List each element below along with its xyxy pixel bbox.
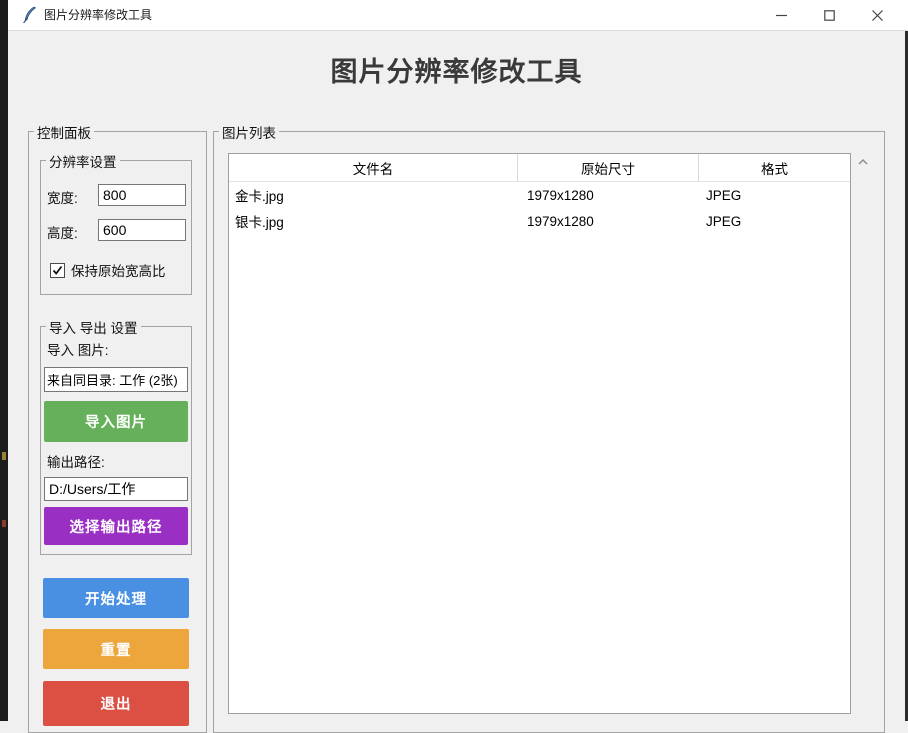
import-images-label: 导入 图片:: [47, 339, 109, 359]
cell-filename: 银卡.jpg: [229, 208, 518, 234]
reset-button[interactable]: 重置: [43, 629, 189, 669]
keep-aspect-ratio-checkbox[interactable]: [50, 263, 65, 278]
column-header-filename[interactable]: 文件名: [229, 154, 518, 181]
keep-aspect-ratio-row: 保持原始宽高比: [50, 260, 166, 280]
resolution-settings-frame: 分辨率设置 宽度: 高度: 保持原始宽高比: [40, 160, 192, 295]
exit-button[interactable]: 退出: [43, 681, 189, 726]
image-table-header: 文件名 原始尺寸 格式: [229, 154, 850, 182]
resolution-settings-label: 分辨率设置: [46, 151, 120, 171]
column-header-original-size[interactable]: 原始尺寸: [518, 154, 699, 181]
chevron-up-icon: [858, 159, 868, 165]
close-button[interactable]: [854, 0, 900, 30]
import-export-settings-label: 导入 导出 设置: [46, 317, 141, 337]
column-header-format[interactable]: 格式: [699, 154, 850, 181]
import-export-settings-frame: 导入 导出 设置 导入 图片: 导入图片 输出路径: 选择输出路径: [40, 326, 192, 555]
control-panel-frame: 控制面板 分辨率设置 宽度: 高度: 保持原始宽高比 导入 导出 设置 导入 图…: [28, 131, 207, 733]
choose-output-path-button[interactable]: 选择输出路径: [44, 507, 188, 545]
titlebar: 图片分辨率修改工具: [8, 0, 908, 31]
width-label: 宽度:: [47, 187, 78, 207]
python-feather-icon: [22, 6, 37, 24]
scroll-up-button[interactable]: [854, 153, 871, 170]
import-images-button[interactable]: 导入图片: [44, 401, 188, 442]
output-path-label: 输出路径:: [47, 451, 105, 471]
window-title: 图片分辨率修改工具: [44, 0, 152, 30]
minimize-icon: [776, 10, 787, 21]
cell-format: JPEG: [699, 208, 850, 234]
desktop-background-left: [0, 0, 8, 721]
desktop-speck: [2, 520, 6, 527]
cell-original-size: 1979x1280: [518, 208, 699, 234]
vertical-scrollbar[interactable]: [854, 153, 871, 714]
start-processing-button[interactable]: 开始处理: [43, 578, 189, 618]
height-label: 高度:: [47, 222, 78, 242]
import-source-input[interactable]: [44, 367, 188, 392]
maximize-button[interactable]: [806, 0, 852, 30]
width-input[interactable]: [98, 184, 186, 206]
checkmark-icon: [52, 265, 63, 276]
output-path-input[interactable]: [44, 477, 188, 501]
minimize-button[interactable]: [758, 0, 804, 30]
table-row[interactable]: 银卡.jpg 1979x1280 JPEG: [229, 208, 850, 234]
height-input[interactable]: [98, 219, 186, 241]
table-row[interactable]: 金卡.jpg 1979x1280 JPEG: [229, 182, 850, 208]
desktop-speck: [2, 452, 6, 460]
image-table: 文件名 原始尺寸 格式 金卡.jpg 1979x1280 JPEG 银卡.jpg…: [228, 153, 851, 714]
maximize-icon: [824, 10, 835, 21]
keep-aspect-ratio-label: 保持原始宽高比: [71, 260, 166, 280]
control-panel-frame-label: 控制面板: [34, 122, 94, 142]
image-list-frame: 图片列表 文件名 原始尺寸 格式 金卡.jpg 1979x1280 JPEG 银…: [213, 131, 885, 733]
image-list-frame-label: 图片列表: [219, 122, 279, 142]
page-title: 图片分辨率修改工具: [8, 50, 905, 89]
cell-format: JPEG: [699, 182, 850, 208]
cell-filename: 金卡.jpg: [229, 182, 518, 208]
close-icon: [872, 10, 883, 21]
cell-original-size: 1979x1280: [518, 182, 699, 208]
